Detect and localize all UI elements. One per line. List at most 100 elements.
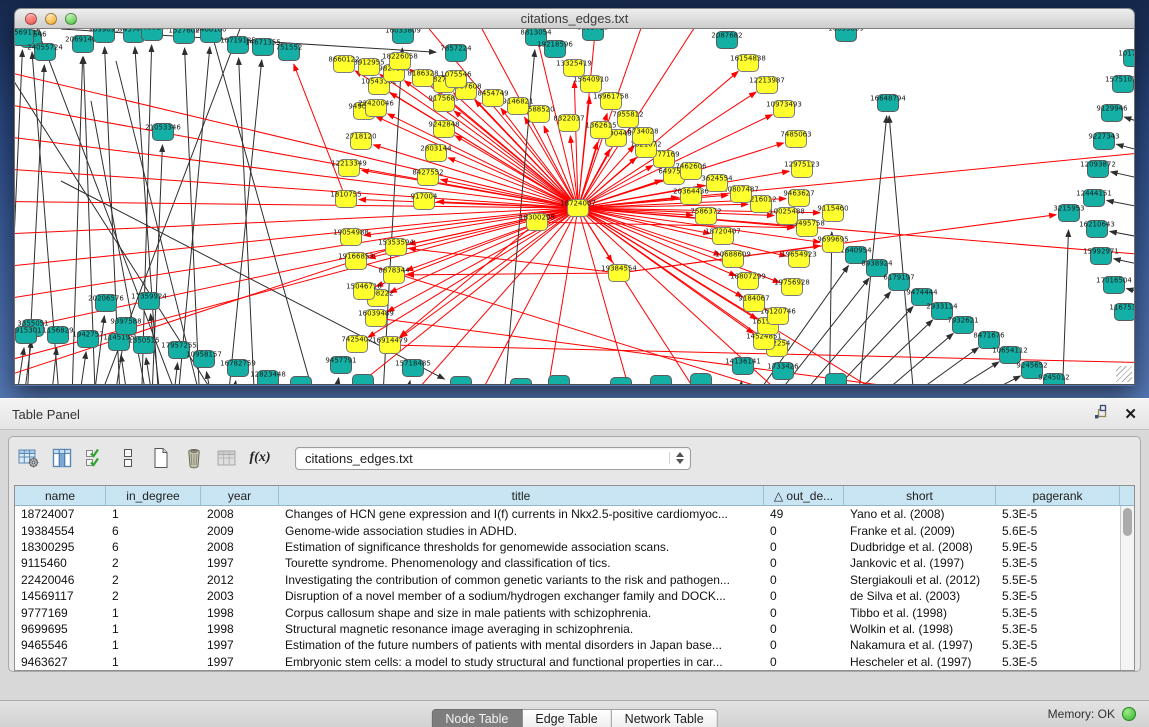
graph-edge[interactable] <box>146 358 156 385</box>
graph-node[interactable]: 12093872 <box>1080 161 1116 178</box>
column-header-out-de-[interactable]: △ out_de... <box>764 486 844 505</box>
table-scrollbar-thumb[interactable] <box>1123 508 1132 536</box>
graph-node[interactable]: 16039489 <box>358 310 394 327</box>
column-header-title[interactable]: title <box>279 486 764 505</box>
graph-node[interactable]: 15640910 <box>573 76 609 93</box>
graph-node[interactable] <box>353 375 374 386</box>
create-column-icon[interactable] <box>149 446 173 470</box>
graph-edge[interactable] <box>578 208 641 385</box>
hide-rows-icon[interactable] <box>116 446 140 470</box>
graph-node[interactable]: 19756928 <box>774 279 810 296</box>
select-rows-icon[interactable] <box>83 446 107 470</box>
table-row[interactable]: 946362711997Embryonic stem cells: a mode… <box>15 654 1120 670</box>
graph-node[interactable]: 12823448 <box>250 371 286 386</box>
graph-node[interactable]: 15751074 <box>1105 76 1134 93</box>
graph-edge[interactable] <box>1107 200 1134 211</box>
graph-node[interactable]: 16033809 <box>385 29 421 44</box>
graph-node[interactable]: 12213987 <box>749 77 785 94</box>
table-selector-dropdown[interactable]: citations_edges.txt <box>295 447 691 470</box>
graph-node[interactable]: 3215953 <box>1053 205 1084 222</box>
graph-edge[interactable] <box>1110 231 1134 241</box>
graph-node[interactable]: 8660122 <box>328 56 359 73</box>
graph-edge[interactable] <box>15 166 578 208</box>
graph-node[interactable] <box>826 374 847 386</box>
table-row[interactable]: 1872400712008Changes of HCN gene express… <box>15 506 1120 522</box>
graph-edge[interactable] <box>1124 117 1134 129</box>
graph-node[interactable]: 2718120 <box>345 133 376 150</box>
graph-node[interactable]: 1167533 <box>1109 304 1134 321</box>
graph-node[interactable]: 7955812 <box>612 111 643 128</box>
table-row[interactable]: 1830029562008Estimation of significance … <box>15 539 1120 555</box>
minimize-window-button[interactable] <box>45 13 57 25</box>
table-row[interactable]: 977716911998Corpus callosum shape and si… <box>15 604 1120 620</box>
graph-node[interactable]: 9245012 <box>1038 374 1069 386</box>
graph-edge[interactable] <box>376 116 578 208</box>
graph-node[interactable]: 9242848 <box>428 121 459 138</box>
close-window-button[interactable] <box>25 13 37 25</box>
graph-node[interactable]: 21053346 <box>145 124 181 141</box>
graph-node[interactable]: 7425402 <box>341 336 372 353</box>
graph-edge[interactable] <box>1127 288 1134 298</box>
graph-node[interactable]: 17016504 <box>1096 277 1132 294</box>
graph-edge[interactable] <box>135 47 161 385</box>
table-scrollbar[interactable] <box>1120 506 1134 670</box>
graph-node[interactable]: 16053809 <box>828 29 864 42</box>
float-panel-icon[interactable] <box>1092 404 1108 425</box>
graph-edge[interactable] <box>15 96 578 208</box>
delete-column-icon[interactable] <box>182 446 206 470</box>
graph-edge[interactable] <box>76 352 86 385</box>
graph-node[interactable]: 19218596 <box>537 41 573 58</box>
table-row[interactable]: 969969511998Structural magnetic resonanc… <box>15 621 1120 637</box>
graph-edge[interactable] <box>541 208 578 385</box>
graph-node[interactable]: 7485063 <box>780 131 811 148</box>
column-header-pagerank[interactable]: pagerank <box>996 486 1120 505</box>
tab-node-table[interactable]: Node Table <box>431 709 522 727</box>
graph-node[interactable]: 7586372 <box>690 208 721 225</box>
graph-node[interactable]: 917004 <box>411 193 438 210</box>
graph-node[interactable]: 15992971 <box>1083 248 1119 265</box>
graph-edge[interactable] <box>1111 172 1134 183</box>
graph-node[interactable] <box>451 377 472 386</box>
window-resize-grip[interactable] <box>1116 366 1132 382</box>
graph-edge[interactable] <box>206 372 216 385</box>
graph-node[interactable] <box>611 378 632 386</box>
graph-edge[interactable] <box>863 348 978 385</box>
graph-node[interactable]: 12975123 <box>784 161 820 178</box>
graph-node[interactable]: 2087682 <box>711 32 742 49</box>
graph-edge[interactable] <box>15 61 578 208</box>
table-row[interactable]: 2242004622012Investigating the contribut… <box>15 572 1120 588</box>
graph-node[interactable]: 1156829 <box>42 327 73 344</box>
network-canvas[interactable]: 9465546145691172405572420691406969969594… <box>14 29 1135 385</box>
graph-node[interactable]: 19054988 <box>333 229 369 246</box>
zoom-window-button[interactable] <box>65 13 77 25</box>
graph-node[interactable]: 20206576 <box>88 295 124 312</box>
graph-node[interactable] <box>511 379 532 386</box>
graph-node[interactable]: 16648794 <box>870 95 906 112</box>
network-graph[interactable]: 9465546145691172405572420691406969969594… <box>15 29 1134 385</box>
graph-edge[interactable] <box>171 363 178 385</box>
graph-node[interactable]: 15718485 <box>395 360 431 377</box>
function-builder-icon[interactable]: f(x) <box>248 446 272 470</box>
graph-node[interactable]: 13325419 <box>556 60 592 77</box>
graph-edge[interactable] <box>839 333 953 385</box>
graph-node[interactable] <box>691 374 712 386</box>
graph-edge[interactable] <box>401 381 410 385</box>
tab-edge-table[interactable]: Edge Table <box>522 709 611 727</box>
graph-node[interactable]: 9175685 <box>428 95 459 112</box>
table-row[interactable]: 911546021997Tourette syndrome. Phenomeno… <box>15 555 1120 571</box>
graph-edge[interactable] <box>15 208 578 236</box>
table-row[interactable]: 1456911722003Disruption of a novel membe… <box>15 588 1120 604</box>
graph-node[interactable]: 1017504 <box>1118 50 1134 67</box>
graph-node[interactable]: 18720407 <box>705 228 741 245</box>
graph-edge[interactable] <box>211 31 321 385</box>
import-table-icon[interactable] <box>215 446 239 470</box>
column-header-year[interactable]: year <box>201 486 279 505</box>
graph-node[interactable]: 2803144 <box>420 145 452 162</box>
graph-node[interactable]: 1733426 <box>767 363 799 380</box>
graph-node[interactable]: 9227343 <box>1088 133 1119 150</box>
network-window-titlebar[interactable]: citations_edges.txt <box>14 8 1135 29</box>
graph-edge[interactable] <box>239 58 256 385</box>
graph-edge[interactable] <box>409 249 619 273</box>
graph-node[interactable] <box>549 376 570 386</box>
graph-node[interactable]: 16961758 <box>593 93 629 110</box>
